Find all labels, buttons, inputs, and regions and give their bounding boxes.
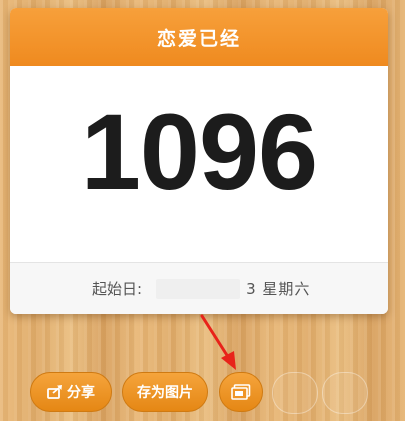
- share-button-label: 分享: [67, 385, 95, 401]
- start-date-row: 起始日: 3 星期六: [10, 263, 388, 314]
- redacted-date: [156, 278, 241, 299]
- day-counter: 1096: [80, 91, 318, 212]
- empty-slot-button[interactable]: [322, 372, 368, 414]
- start-date-value: 3 星期六: [246, 280, 311, 298]
- picture-button[interactable]: [219, 372, 263, 412]
- share-button[interactable]: 分享: [30, 372, 112, 412]
- start-date-label: 起始日:: [92, 280, 143, 298]
- share-icon: [47, 385, 62, 399]
- card-title: 恋爱已经: [156, 27, 241, 50]
- red-arrow-annotation: [200, 314, 236, 370]
- save-image-button[interactable]: 存为图片: [122, 372, 208, 412]
- save-image-label: 存为图片: [137, 385, 193, 401]
- countdown-card: 恋爱已经 1096 起始日: 3 星期六: [10, 8, 388, 314]
- picture-icon: [231, 384, 251, 400]
- card-header: 恋爱已经: [10, 8, 388, 66]
- empty-slot-button[interactable]: [272, 372, 318, 414]
